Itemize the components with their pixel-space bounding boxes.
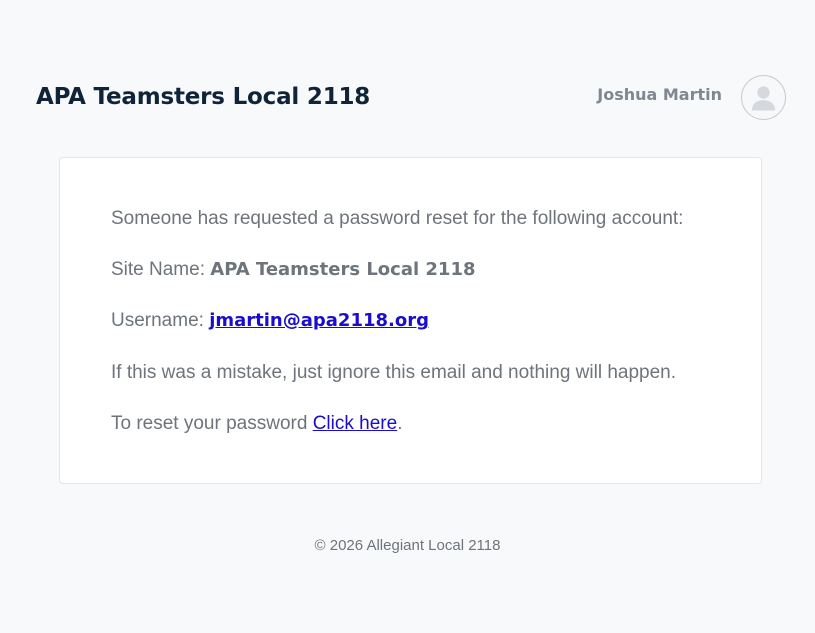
reset-prefix: To reset your password xyxy=(111,413,308,434)
header: APA Teamsters Local 2118 Joshua Martin xyxy=(0,0,815,140)
reset-suffix: . xyxy=(397,413,403,434)
user-name[interactable]: Joshua Martin xyxy=(597,85,722,105)
site-name-label: Site Name: xyxy=(111,259,205,280)
user-avatar-icon[interactable] xyxy=(741,75,786,120)
site-name-value: APA Teamsters Local 2118 xyxy=(210,259,476,280)
site-name-line: Site Name: APA Teamsters Local 2118 xyxy=(111,258,476,282)
reset-request-text: Someone has requested a password reset f… xyxy=(111,208,684,229)
username-line: Username: jmartin@apa2118.org xyxy=(111,309,429,333)
footer-copyright: © 2026 Allegiant Local 2118 xyxy=(314,537,501,554)
username-email-link[interactable]: jmartin@apa2118.org xyxy=(209,310,429,331)
reset-password-line: To reset your password Click here. xyxy=(111,412,402,436)
username-label: Username: xyxy=(111,310,204,331)
mistake-notice: If this was a mistake, just ignore this … xyxy=(111,362,677,383)
email-card: Someone has requested a password reset f… xyxy=(59,157,762,484)
reset-password-link[interactable]: Click here xyxy=(313,413,397,434)
site-title: APA Teamsters Local 2118 xyxy=(36,84,371,110)
person-icon xyxy=(752,86,775,111)
